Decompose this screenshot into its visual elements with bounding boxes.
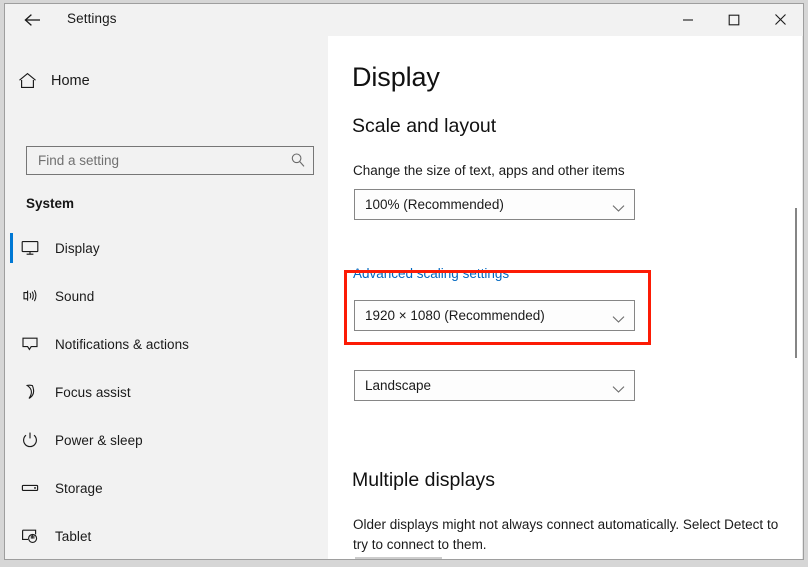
sidebar: Home System	[5, 36, 328, 559]
scale-description: Change the size of text, apps and other …	[353, 163, 625, 178]
power-icon	[5, 431, 55, 449]
back-button[interactable]	[13, 6, 53, 34]
moon-icon	[5, 383, 55, 401]
home-label: Home	[51, 73, 90, 89]
search-input[interactable]	[38, 147, 278, 174]
section-heading-scale-and-layout: Scale and layout	[352, 115, 497, 137]
tablet-hand-icon	[5, 527, 55, 545]
sidebar-nav-list: Display Sound Notifications & actions Fo…	[5, 224, 328, 559]
sidebar-item-power-sleep[interactable]: Power & sleep	[5, 416, 328, 464]
title-bar: Settings	[5, 4, 803, 36]
sidebar-item-label: Focus assist	[55, 384, 131, 400]
back-arrow-icon	[24, 14, 40, 26]
search-box[interactable]	[26, 146, 314, 175]
scale-dropdown[interactable]: 100% (Recommended)	[354, 189, 635, 220]
minimize-button[interactable]	[665, 4, 711, 35]
advanced-scaling-settings-link[interactable]: Advanced scaling settings	[353, 266, 509, 281]
drive-icon	[5, 479, 55, 497]
sidebar-item-label: Tablet	[55, 528, 92, 544]
display-resolution-value: 1920 × 1080 (Recommended)	[365, 308, 545, 323]
sidebar-item-label: Sound	[55, 288, 95, 304]
sidebar-item-notifications[interactable]: Notifications & actions	[5, 320, 328, 368]
detect-button[interactable]: Detect	[355, 557, 442, 559]
sidebar-item-label: Display	[55, 240, 100, 256]
display-orientation-value: Landscape	[365, 378, 432, 393]
sidebar-item-display[interactable]: Display	[5, 224, 328, 272]
sidebar-item-label: Power & sleep	[55, 432, 143, 448]
close-button[interactable]	[757, 4, 803, 35]
content-pane: Display Scale and layout Change the size…	[328, 36, 803, 559]
selection-indicator	[10, 233, 13, 263]
window-title: Settings	[67, 11, 117, 26]
sidebar-item-label: Storage	[55, 480, 103, 496]
search-icon[interactable]	[290, 152, 306, 173]
display-resolution-dropdown[interactable]: 1920 × 1080 (Recommended)	[354, 300, 635, 331]
page-title: Display	[352, 62, 440, 92]
sidebar-item-home[interactable]: Home	[5, 64, 305, 98]
chevron-down-icon	[612, 200, 625, 218]
maximize-icon	[728, 14, 740, 25]
section-heading-multiple-displays: Multiple displays	[352, 469, 496, 491]
speaker-icon	[5, 287, 55, 305]
maximize-button[interactable]	[711, 4, 757, 35]
settings-window: Settings Home Find a setting System Disp…	[4, 3, 804, 560]
chevron-down-icon	[612, 311, 625, 329]
sidebar-item-storage[interactable]: Storage	[5, 464, 328, 512]
frame-edge	[802, 36, 803, 559]
scale-dropdown-value: 100% (Recommended)	[365, 197, 504, 212]
scrollbar-thumb[interactable]	[795, 208, 797, 358]
home-icon	[5, 72, 49, 90]
display-orientation-dropdown[interactable]: Landscape	[354, 370, 635, 401]
minimize-icon	[683, 18, 693, 21]
chevron-down-icon	[612, 381, 625, 399]
notification-balloon-icon	[5, 335, 55, 353]
multiple-displays-description: Older displays might not always connect …	[353, 517, 779, 552]
sidebar-item-label: Notifications & actions	[55, 336, 189, 352]
sidebar-item-sound[interactable]: Sound	[5, 272, 328, 320]
sidebar-group-label: System	[26, 196, 75, 211]
close-icon	[774, 14, 786, 25]
sidebar-item-focus-assist[interactable]: Focus assist	[5, 368, 328, 416]
sidebar-item-tablet[interactable]: Tablet	[5, 512, 328, 559]
